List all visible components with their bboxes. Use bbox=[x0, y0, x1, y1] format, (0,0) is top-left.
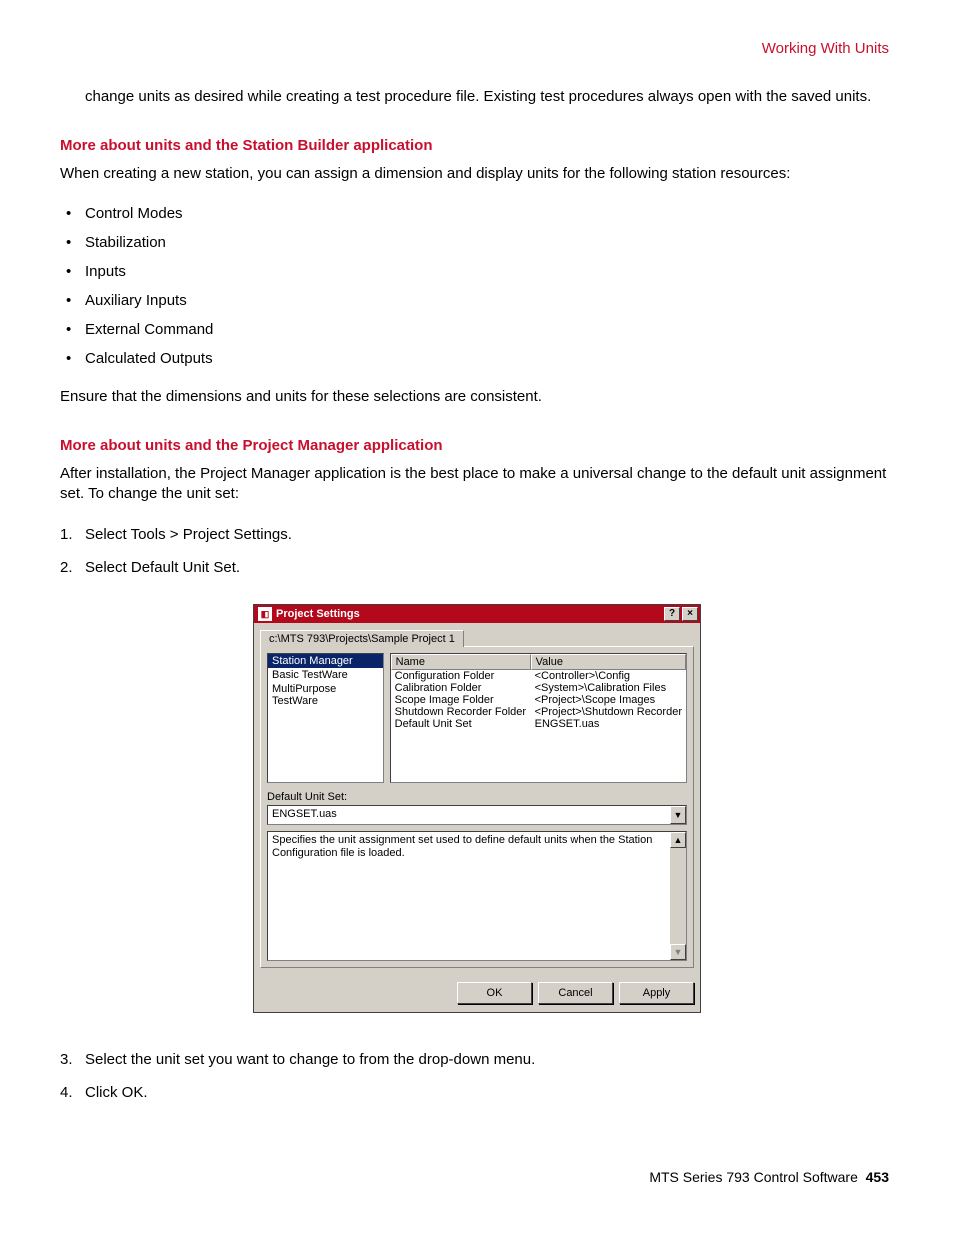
bullet-item: Stabilization bbox=[60, 228, 894, 257]
cell-value[interactable]: <Project>\Scope Images bbox=[531, 694, 686, 706]
intro-text: change units as desired while creating a… bbox=[60, 87, 894, 107]
cell-name[interactable]: Default Unit Set bbox=[391, 718, 531, 730]
section2-heading: More about units and the Project Manager… bbox=[60, 437, 894, 454]
cell-value[interactable]: ENGSET.uas bbox=[531, 718, 686, 730]
section2-lead: After installation, the Project Manager … bbox=[60, 464, 894, 505]
bullet-item: Control Modes bbox=[60, 199, 894, 228]
scroll-track[interactable] bbox=[670, 848, 686, 944]
project-settings-dialog: ◧ Project Settings ? × c:\MTS 793\Projec… bbox=[253, 604, 701, 1013]
bullet-item: External Command bbox=[60, 315, 894, 344]
default-unit-set-label: Default Unit Set: bbox=[267, 791, 687, 803]
cell-name[interactable]: Calibration Folder bbox=[391, 682, 531, 694]
bullet-item: Calculated Outputs bbox=[60, 344, 894, 373]
help-button[interactable]: ? bbox=[664, 607, 680, 621]
page-header: Working With Units bbox=[60, 40, 894, 57]
col-header-value[interactable]: Value bbox=[531, 654, 686, 670]
dropdown-value: ENGSET.uas bbox=[268, 806, 670, 824]
cell-name[interactable]: Scope Image Folder bbox=[391, 694, 531, 706]
app-icon: ◧ bbox=[258, 607, 272, 621]
list-item[interactable]: Basic TestWare bbox=[268, 668, 383, 682]
footer-page-number: 453 bbox=[866, 1169, 889, 1185]
step-item: Select the unit set you want to change t… bbox=[60, 1043, 894, 1076]
list-item[interactable]: Station Manager bbox=[268, 654, 383, 668]
section1-bullets: Control Modes Stabilization Inputs Auxil… bbox=[60, 199, 894, 373]
bullet-item: Inputs bbox=[60, 257, 894, 286]
scroll-down-icon[interactable]: ▼ bbox=[670, 944, 686, 960]
col-header-name[interactable]: Name bbox=[391, 654, 531, 670]
bullet-item: Auxiliary Inputs bbox=[60, 286, 894, 315]
category-list[interactable]: Station Manager Basic TestWare MultiPurp… bbox=[267, 653, 384, 783]
steps-top: Select Tools > Project Settings. Select … bbox=[60, 518, 894, 584]
dialog-title: Project Settings bbox=[276, 608, 662, 620]
step-item: Select Tools > Project Settings. bbox=[60, 518, 894, 551]
list-item[interactable]: MultiPurpose TestWare bbox=[268, 682, 383, 708]
step-item: Click OK. bbox=[60, 1076, 894, 1109]
path-tab[interactable]: c:\MTS 793\Projects\Sample Project 1 bbox=[260, 630, 464, 647]
cell-value[interactable]: <Controller>\Config bbox=[531, 670, 686, 682]
description-text: Specifies the unit assignment set used t… bbox=[268, 832, 670, 960]
cancel-button[interactable]: Cancel bbox=[538, 982, 613, 1004]
scrollbar[interactable]: ▲ ▼ bbox=[670, 832, 686, 960]
settings-table[interactable]: Name Value Configuration Folder<Controll… bbox=[390, 653, 687, 783]
step-item: Select Default Unit Set. bbox=[60, 551, 894, 584]
cell-name[interactable]: Shutdown Recorder Folder bbox=[391, 706, 531, 718]
section1-heading: More about units and the Station Builder… bbox=[60, 137, 894, 154]
cell-name[interactable]: Configuration Folder bbox=[391, 670, 531, 682]
close-button[interactable]: × bbox=[682, 607, 698, 621]
description-box: Specifies the unit assignment set used t… bbox=[267, 831, 687, 961]
default-unit-set-dropdown[interactable]: ENGSET.uas ▼ bbox=[267, 805, 687, 825]
chevron-down-icon[interactable]: ▼ bbox=[670, 806, 686, 824]
steps-bottom: Select the unit set you want to change t… bbox=[60, 1043, 894, 1109]
footer-product: MTS Series 793 Control Software bbox=[649, 1169, 858, 1185]
page-footer: MTS Series 793 Control Software 453 bbox=[60, 1129, 894, 1185]
scroll-up-icon[interactable]: ▲ bbox=[670, 832, 686, 848]
cell-value[interactable]: <System>\Calibration Files bbox=[531, 682, 686, 694]
section1-tail: Ensure that the dimensions and units for… bbox=[60, 387, 894, 407]
ok-button[interactable]: OK bbox=[457, 982, 532, 1004]
apply-button[interactable]: Apply bbox=[619, 982, 694, 1004]
section1-lead: When creating a new station, you can ass… bbox=[60, 164, 894, 184]
cell-value[interactable]: <Project>\Shutdown Recorder bbox=[531, 706, 686, 718]
dialog-titlebar[interactable]: ◧ Project Settings ? × bbox=[254, 605, 700, 623]
